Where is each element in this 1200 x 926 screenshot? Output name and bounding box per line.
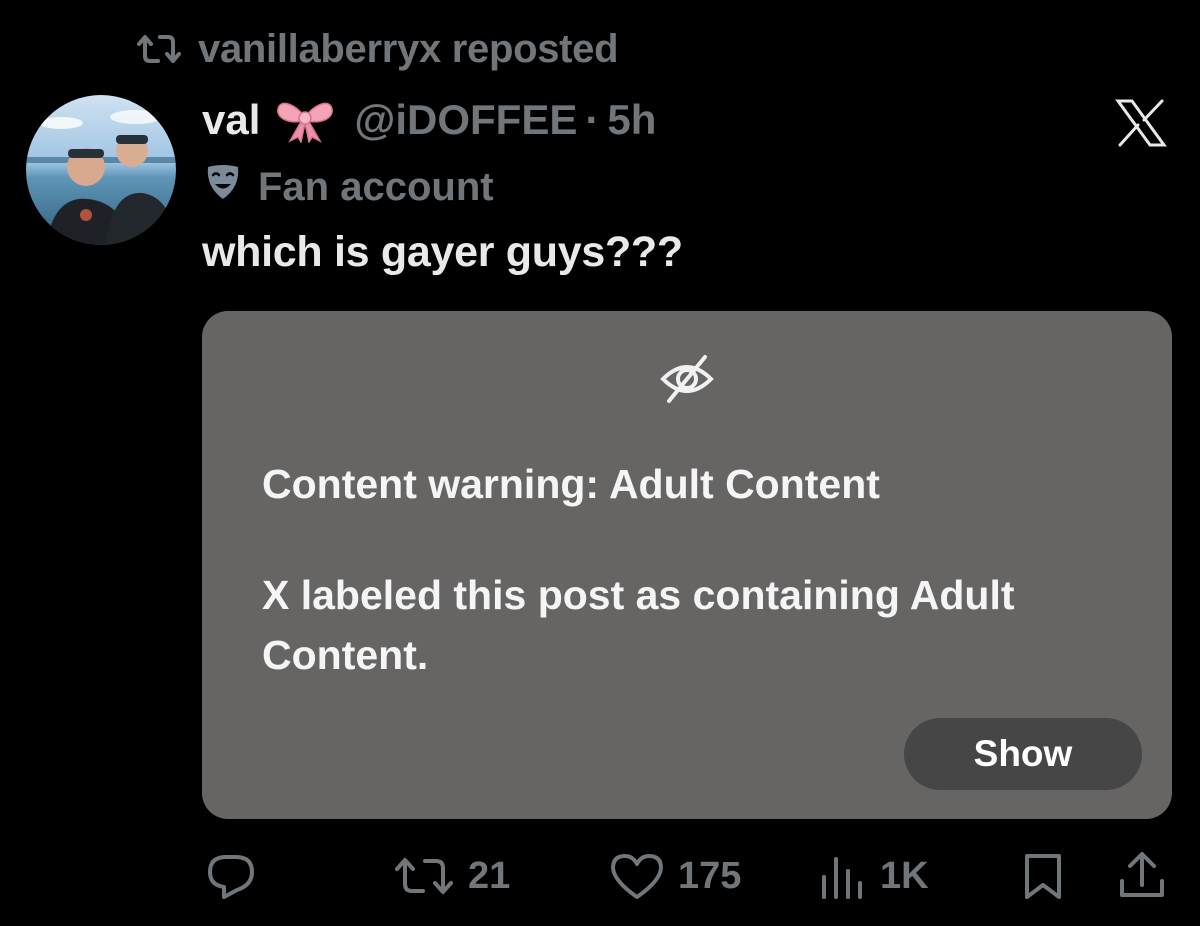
bookmark-button[interactable] (1018, 848, 1068, 904)
bookmark-icon (1018, 851, 1068, 901)
avatar[interactable] (26, 95, 176, 245)
repost-context[interactable]: vanillaberryx reposted (134, 24, 619, 74)
like-count: 175 (678, 854, 742, 897)
share-icon (1115, 849, 1169, 903)
repost-icon (392, 855, 456, 897)
post-timestamp[interactable]: 5h (607, 96, 656, 144)
ribbon-bow-emoji (274, 97, 336, 143)
reply-icon (204, 851, 258, 901)
repost-button[interactable]: 21 (392, 848, 510, 904)
eye-slash-icon (657, 349, 717, 409)
views-icon (818, 853, 868, 899)
account-label-text: Fan account (258, 164, 494, 209)
post-header: val @iDOFFEE · 5h (202, 94, 656, 146)
post-text: which is gayer guys??? (202, 228, 683, 276)
repost-count: 21 (468, 854, 511, 897)
reply-button[interactable] (204, 848, 258, 904)
views-count: 1K (880, 854, 929, 897)
account-label[interactable]: Fan account (204, 162, 494, 212)
sensitive-media-card[interactable]: Content warning: Adult Content X labeled… (202, 311, 1172, 819)
show-button[interactable]: Show (904, 718, 1142, 790)
content-warning-title: Content warning: Adult Content (262, 461, 880, 507)
share-button[interactable] (1115, 848, 1169, 904)
like-button[interactable]: 175 (608, 848, 741, 904)
views-button[interactable]: 1K (818, 848, 929, 904)
display-name[interactable]: val (202, 96, 260, 144)
heart-icon (608, 851, 666, 901)
separator-dot: · (585, 96, 600, 143)
repost-text: vanillaberryx reposted (198, 26, 619, 71)
x-logo (1114, 98, 1168, 148)
theater-mask-icon (204, 163, 242, 211)
content-warning-body: X labeled this post as containing Adult … (262, 572, 1015, 678)
user-handle[interactable]: @iDOFFEE (354, 96, 577, 144)
repost-icon (134, 32, 184, 66)
action-bar: 21 175 1K (0, 848, 1200, 904)
